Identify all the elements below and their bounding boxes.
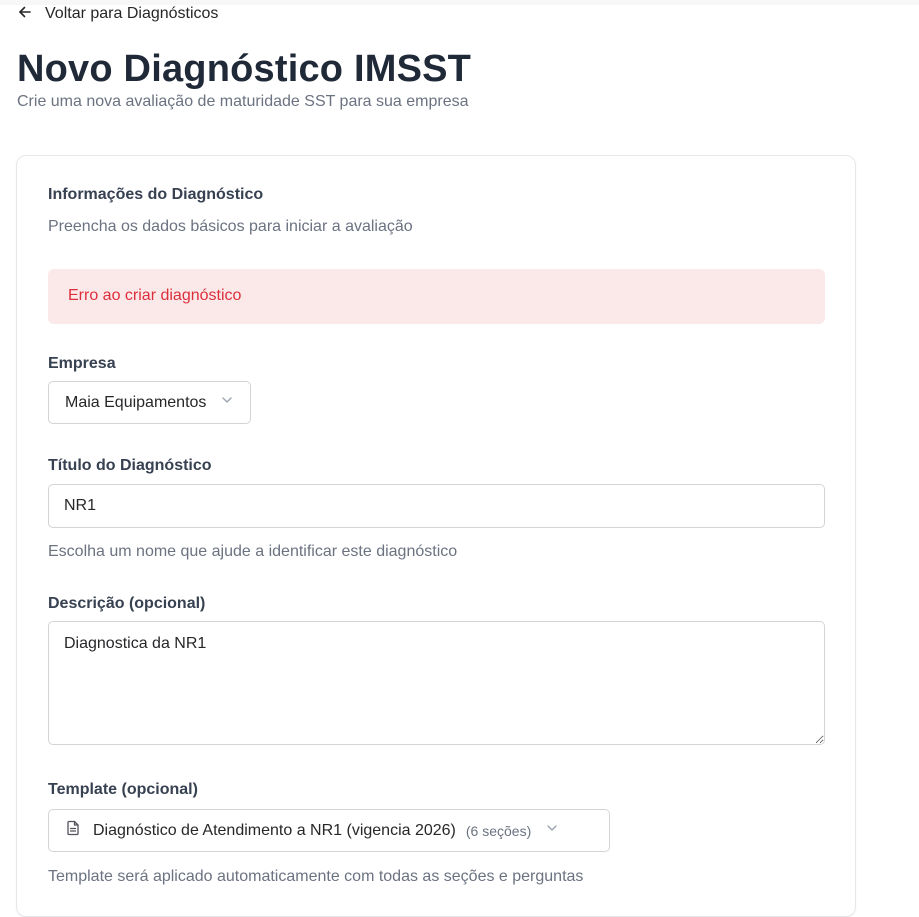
company-select-value: Maia Equipamentos <box>65 393 207 411</box>
card-title: Informações do Diagnóstico <box>48 186 264 203</box>
diagnostic-form-card: Informações do Diagnóstico Preencha os d… <box>16 155 856 917</box>
template-label: Template (opcional) <box>48 781 198 798</box>
template-helper: Template será aplicado automaticamente c… <box>48 868 584 885</box>
template-section-count: (6 seções) <box>465 822 532 839</box>
diagnostic-title-input[interactable] <box>48 484 825 528</box>
card-description: Preencha os dados básicos para iniciar a… <box>48 218 413 235</box>
back-to-diagnostics-link[interactable]: Voltar para Diagnósticos <box>17 4 218 24</box>
diagnostic-title-label: Título do Diagnóstico <box>48 457 212 474</box>
chevron-down-icon <box>206 393 234 412</box>
page-title: Novo Diagnóstico IMSST <box>17 48 472 90</box>
error-alert: Erro ao criar diagnóstico <box>48 269 825 324</box>
error-message: Erro ao criar diagnóstico <box>68 287 242 304</box>
page-subtitle: Crie uma nova avaliação de maturidade SS… <box>17 93 469 110</box>
diagnostic-title-helper: Escolha um nome que ajude a identificar … <box>48 543 458 560</box>
template-select-value: Diagnóstico de Atendimento a NR1 (vigenc… <box>93 821 456 839</box>
company-select[interactable]: Maia Equipamentos <box>48 381 252 424</box>
template-select[interactable]: Diagnóstico de Atendimento a NR1 (vigenc… <box>48 809 610 852</box>
description-textarea[interactable]: Diagnostica da NR1 <box>48 621 825 745</box>
chevron-down-icon <box>531 821 559 840</box>
description-label: Descrição (opcional) <box>48 595 206 612</box>
back-link-label: Voltar para Diagnósticos <box>45 5 219 22</box>
arrow-left-icon <box>17 4 33 25</box>
company-label: Empresa <box>48 355 116 372</box>
file-text-icon <box>65 820 93 841</box>
